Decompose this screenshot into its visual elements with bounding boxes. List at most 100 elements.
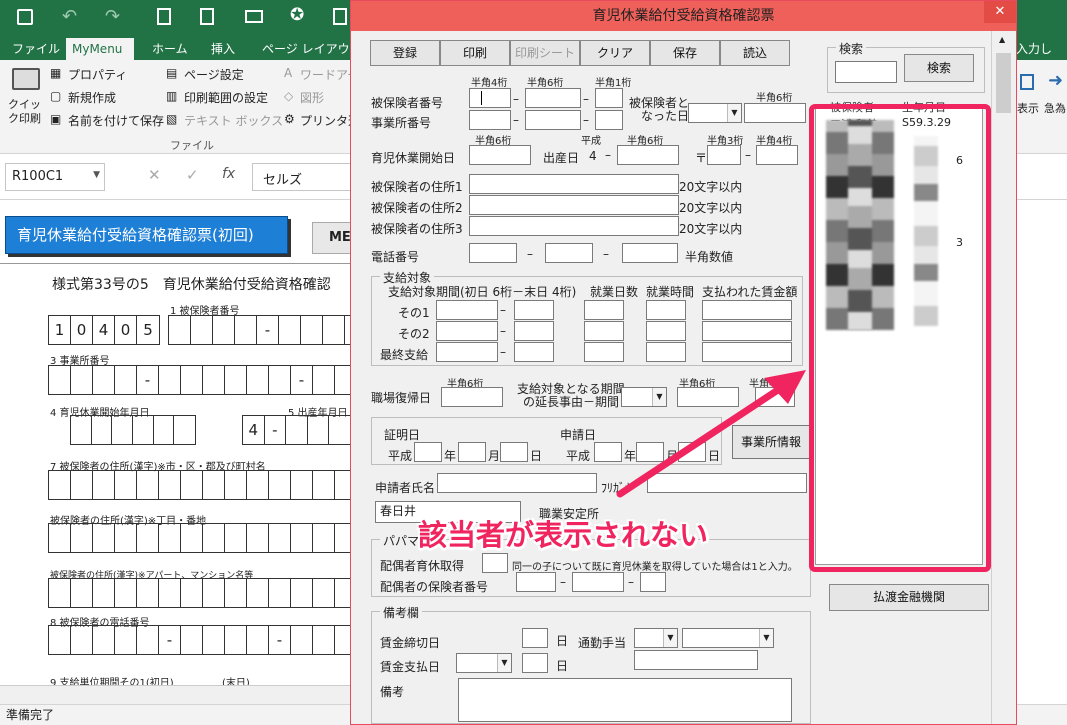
work-days-2[interactable] [584,321,624,341]
chevron-down-icon[interactable]: ▼ [93,170,100,180]
return-date-input[interactable] [441,387,503,407]
spouse-number-3[interactable] [640,572,666,592]
office-number-2[interactable] [525,110,581,130]
save-as-button[interactable]: 名前を付けて保存 [68,112,164,129]
birth-date-input[interactable] [617,145,679,165]
phone-1[interactable] [469,243,517,263]
postal-2[interactable] [756,145,798,165]
bank-button[interactable]: 払渡金融機関 [829,584,989,611]
wages-2[interactable] [702,321,792,341]
scroll-up-icon[interactable]: ▲ [999,35,1005,44]
zoom-preview-icon[interactable] [200,8,214,25]
text-box-button[interactable]: テキスト ボックス [184,112,283,129]
office-number-3[interactable] [595,110,623,130]
applicant-input[interactable] [437,473,597,493]
register-button[interactable]: 登録 [370,40,440,66]
save-button[interactable]: 保存 [650,40,720,66]
chevron-down-icon[interactable]: ▼ [727,104,741,122]
period-start-1[interactable] [436,300,498,320]
spouse-number-1[interactable] [516,572,556,592]
name-box[interactable]: R100C1 ▼ [5,163,105,191]
commute-select-1[interactable]: ▼ [634,628,678,648]
new-button[interactable]: 新規作成 [68,89,116,106]
postal-1[interactable] [707,145,741,165]
period-end-1[interactable] [514,300,554,320]
arrow-icon[interactable]: ➜ [1048,70,1063,91]
open-folder-icon[interactable] [245,10,263,23]
period-end-2[interactable] [514,321,554,341]
star-icon[interactable]: ✪ [290,5,304,25]
period-end-final[interactable] [514,342,554,362]
phone-2[interactable] [545,243,593,263]
office-number-1[interactable] [469,110,511,130]
shapes-button[interactable]: 図形 [300,89,324,106]
commute-select-2[interactable]: ▼ [682,628,774,648]
wage-pay-day-input[interactable] [522,653,548,673]
phone-3[interactable] [622,243,678,263]
function-icon[interactable]: fx [222,166,235,182]
urgent-button[interactable]: 急為 [1044,100,1066,116]
work-hours-1[interactable] [646,300,686,320]
redo-icon[interactable]: ↷ [105,6,120,27]
tab-file[interactable]: ファイル [6,38,66,60]
load-button[interactable]: 読込 [720,40,790,66]
certify-day[interactable] [500,442,528,462]
scroll-thumb[interactable] [996,53,1011,113]
formula-input[interactable]: セルズ [252,163,352,191]
work-hours-2[interactable] [646,321,686,341]
dialog-scrollbar[interactable]: ▲ [991,31,1015,724]
wage-pay-select[interactable]: ▼ [456,653,512,673]
clear-button[interactable]: クリア [580,40,650,66]
save-icon[interactable] [17,9,33,25]
insured-number-3[interactable] [595,88,623,108]
certify-month[interactable] [458,442,486,462]
chevron-down-icon[interactable]: ▼ [497,654,511,672]
work-hours-final[interactable] [646,342,686,362]
address-3-input[interactable] [469,216,679,236]
print-area-button[interactable]: 印刷範囲の設定 [184,89,268,106]
insured-date-era-select[interactable]: ▼ [688,103,742,123]
search-input[interactable] [835,61,897,83]
horizontal-scrollbar[interactable] [0,685,350,704]
page-setup-button[interactable]: ページ設定 [184,66,244,83]
display-icon[interactable] [1020,74,1034,90]
period-start-final[interactable] [436,342,498,362]
wages-1[interactable] [702,300,792,320]
print-button[interactable]: 印刷 [440,40,510,66]
print-preview-icon[interactable] [157,8,171,25]
chevron-down-icon[interactable]: ▼ [759,629,773,647]
wage-close-input[interactable] [522,628,548,648]
spouse-leave-input[interactable] [482,553,508,573]
search-button[interactable]: 検索 [904,54,974,82]
enter-icon[interactable]: ✓ [186,166,199,184]
spouse-number-2[interactable] [572,572,624,592]
certify-year[interactable] [414,442,442,462]
address-1-input[interactable] [469,174,679,194]
remarks-textarea[interactable] [458,678,792,722]
chevron-down-icon[interactable]: ▼ [663,629,677,647]
wages-final[interactable] [702,342,792,362]
sheet-icon[interactable] [333,8,347,25]
insured-number-2[interactable] [525,88,581,108]
period-start-2[interactable] [436,321,498,341]
cancel-icon[interactable]: ✕ [148,166,161,184]
insured-number-1[interactable] [469,88,511,108]
address-2-input[interactable] [469,195,679,215]
tab-home[interactable]: ホーム [146,38,194,60]
quick-print-icon[interactable] [12,68,40,90]
leave-start-input[interactable] [469,145,531,165]
sheet-macro-button[interactable]: 育児休業給付受給資格確認票(初回) [5,216,288,254]
quick-print-button[interactable]: クイック印刷 [8,98,46,126]
work-days-final[interactable] [584,342,624,362]
close-icon[interactable]: ✕ [984,1,1016,23]
insured-date-input[interactable] [744,103,806,123]
tab-mymenu[interactable]: MyMenu [66,38,134,60]
properties-button[interactable]: プロパティ [68,66,127,83]
commute-amount-input[interactable] [634,650,758,670]
print-sheet-button[interactable]: 印刷シート [510,40,580,66]
worksheet[interactable]: 育児休業給付受給資格確認票(初回) ME 様式第33号の5 育児休業給付受給資格… [0,200,352,689]
sheet-menu-button[interactable]: ME [312,222,352,254]
tell-me-text[interactable]: 入力してくだ [1010,38,1067,78]
work-days-1[interactable] [584,300,624,320]
undo-icon[interactable]: ↶ [62,6,77,27]
